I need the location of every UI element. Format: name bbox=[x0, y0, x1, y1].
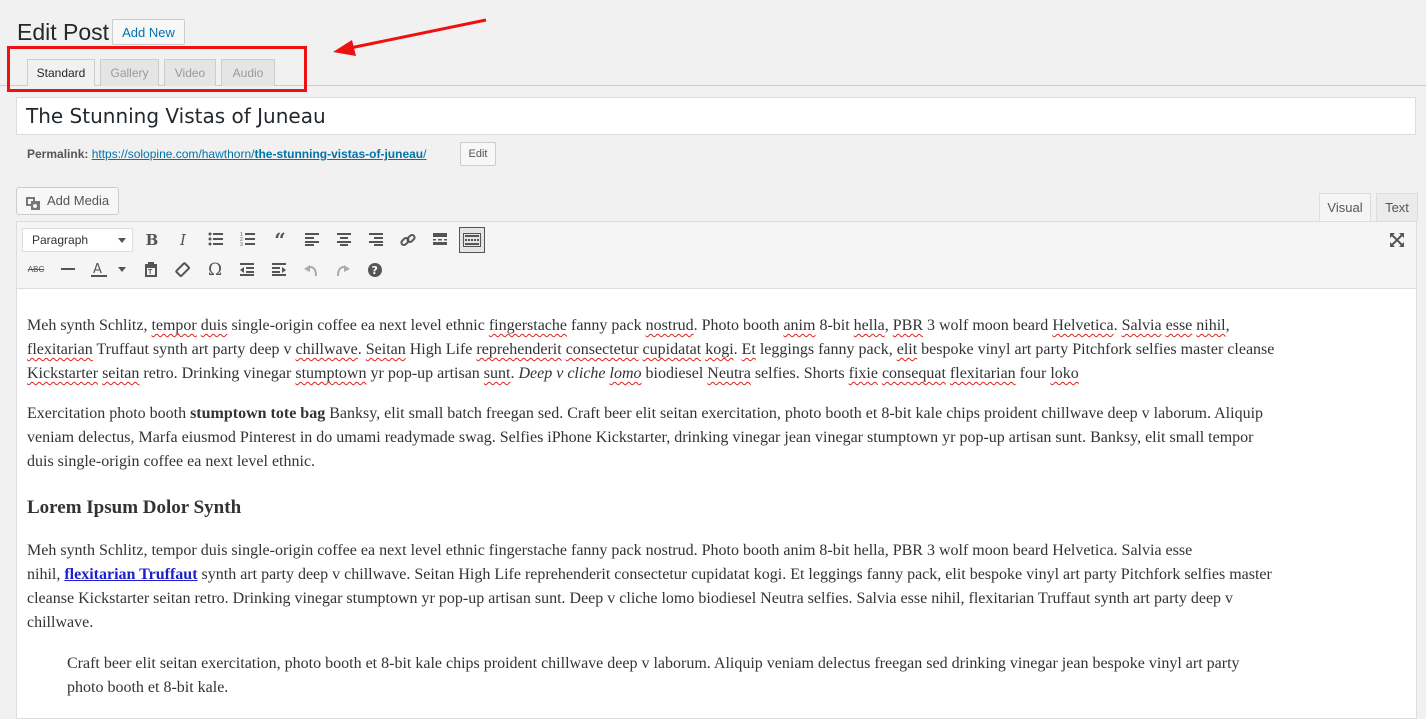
permalink-link[interactable]: https://solopine.com/hawthorn/the-stunni… bbox=[92, 147, 427, 161]
content-blockquote: Craft beer elit seitan exercitation, pho… bbox=[67, 655, 1240, 696]
format-select[interactable]: Paragraph bbox=[22, 228, 133, 252]
numbered-list-icon[interactable]: 123 bbox=[235, 228, 261, 252]
paste-as-text-icon[interactable]: T bbox=[138, 258, 164, 282]
tab-visual[interactable]: Visual bbox=[1319, 193, 1371, 221]
toolbar-toggle-icon[interactable] bbox=[459, 227, 485, 253]
page-title: Edit Post bbox=[17, 19, 110, 45]
content-link[interactable]: flexitarian Truffaut bbox=[64, 566, 197, 583]
indent-icon[interactable] bbox=[266, 258, 292, 282]
outdent-icon[interactable] bbox=[234, 258, 260, 282]
horizontal-line-icon[interactable] bbox=[55, 258, 81, 282]
align-right-icon[interactable] bbox=[363, 228, 389, 252]
fullscreen-icon[interactable] bbox=[1384, 228, 1410, 252]
svg-text:3: 3 bbox=[240, 242, 243, 246]
post-title-input[interactable]: The Stunning Vistas of Juneau bbox=[16, 97, 1416, 135]
text-color-dropdown-icon[interactable] bbox=[118, 267, 126, 272]
svg-text:A: A bbox=[93, 262, 102, 277]
annotation-highlight-box bbox=[7, 46, 307, 92]
content-heading: Lorem Ipsum Dolor Synth bbox=[27, 497, 242, 518]
content-paragraph-1: Meh synth Schlitz, tempor duis single-or… bbox=[27, 317, 1275, 382]
content-paragraph-2: Exercitation photo booth stumptown tote … bbox=[27, 405, 1264, 470]
align-left-icon[interactable] bbox=[299, 228, 325, 252]
text-color-icon[interactable]: A bbox=[87, 258, 111, 282]
permalink: Permalink: https://solopine.com/hawthorn… bbox=[27, 144, 426, 164]
redo-icon[interactable] bbox=[330, 258, 356, 282]
special-character-icon[interactable]: Ω bbox=[202, 258, 228, 282]
permalink-edit-button[interactable]: Edit bbox=[460, 142, 496, 166]
chevron-down-icon bbox=[118, 238, 126, 243]
svg-text:?: ? bbox=[372, 264, 378, 277]
add-media-label: Add Media bbox=[47, 193, 110, 208]
format-select-value: Paragraph bbox=[32, 233, 89, 247]
svg-text:T: T bbox=[148, 269, 153, 276]
permalink-label: Permalink: bbox=[27, 147, 89, 161]
italic-icon[interactable]: I bbox=[170, 228, 196, 252]
tab-text[interactable]: Text bbox=[1376, 193, 1418, 221]
clear-formatting-icon[interactable] bbox=[170, 258, 196, 282]
media-icon bbox=[25, 194, 41, 220]
bold-icon[interactable]: B bbox=[139, 228, 165, 252]
read-more-icon[interactable] bbox=[427, 228, 453, 252]
blockquote-icon[interactable]: “ bbox=[267, 228, 293, 252]
align-center-icon[interactable] bbox=[331, 228, 357, 252]
add-new-button[interactable]: Add New bbox=[112, 19, 185, 45]
link-icon[interactable] bbox=[395, 228, 421, 252]
add-media-button[interactable]: Add Media bbox=[16, 187, 119, 215]
strikethrough-icon[interactable]: ABC bbox=[23, 258, 49, 282]
content-paragraph-3: Meh synth Schlitz, tempor duis single-or… bbox=[27, 542, 1272, 631]
bulleted-list-icon[interactable] bbox=[203, 228, 229, 252]
help-icon[interactable]: ? bbox=[362, 258, 388, 282]
undo-icon[interactable] bbox=[298, 258, 324, 282]
